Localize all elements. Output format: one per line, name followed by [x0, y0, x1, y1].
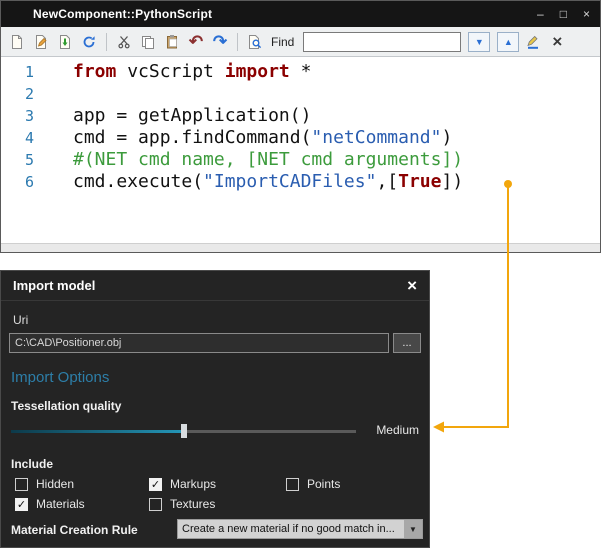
redo-icon[interactable]: ↷ [210, 32, 230, 52]
checkbox-label: Markups [170, 477, 216, 491]
code-editor[interactable]: 1from vcScript import *23app = getApplic… [1, 57, 600, 243]
dialog-close-icon[interactable]: × [407, 277, 417, 294]
slider-thumb[interactable] [181, 424, 187, 438]
line-number: 3 [1, 105, 41, 127]
line-number: 6 [1, 171, 41, 193]
window-controls: – □ × [537, 8, 590, 20]
code-lines: 1from vcScript import *23app = getApplic… [1, 61, 600, 193]
checkbox-hidden[interactable]: Hidden [15, 477, 149, 491]
code-text: app = getApplication() [41, 105, 311, 127]
save-script-icon[interactable] [55, 32, 75, 52]
tessellation-value: Medium [376, 423, 419, 437]
code-line[interactable]: 2 [1, 83, 600, 105]
copy-icon[interactable] [138, 32, 158, 52]
code-line[interactable]: 5#(NET cmd name, [NET cmd arguments]) [1, 149, 600, 171]
code-text: from vcScript import * [41, 61, 311, 83]
python-script-window: NewComponent::PythonScript – □ × ↶ [0, 0, 601, 253]
close-button[interactable]: × [583, 8, 590, 20]
checkbox-points[interactable]: Points [286, 477, 340, 491]
code-line[interactable]: 6cmd.execute("ImportCADFiles",[True]) [1, 171, 600, 193]
cut-icon[interactable] [114, 32, 134, 52]
line-number: 2 [1, 83, 41, 105]
tessellation-quality-label: Tessellation quality [11, 399, 121, 413]
include-label: Include [11, 457, 53, 471]
checkbox-textures[interactable]: Textures [149, 497, 286, 511]
slider-fill [11, 430, 184, 433]
code-text: cmd = app.findCommand("netCommand") [41, 127, 452, 149]
line-number: 5 [1, 149, 41, 171]
code-text: #(NET cmd name, [NET cmd arguments]) [41, 149, 463, 171]
paste-icon[interactable] [162, 32, 182, 52]
toolbar-separator [106, 33, 107, 51]
dialog-title: Import model [13, 278, 95, 293]
toolbar-separator [237, 33, 238, 51]
editor-toolbar: ↶ ↷ Find ▼ ▲ × [1, 27, 600, 57]
close-find-button[interactable]: × [547, 32, 567, 52]
checkbox-label: Textures [170, 497, 215, 511]
edit-script-icon[interactable] [31, 32, 51, 52]
include-checkboxes: Hidden ✓ Markups Points ✓ Materials Textures [15, 477, 340, 511]
refresh-icon[interactable] [79, 32, 99, 52]
code-line[interactable]: 4cmd = app.findCommand("netCommand") [1, 127, 600, 149]
checkbox-label: Materials [36, 497, 85, 511]
material-rule-value: Create a new material if no good match i… [178, 523, 404, 535]
tessellation-slider[interactable] [11, 424, 356, 438]
maximize-button[interactable]: □ [560, 8, 567, 20]
code-line[interactable]: 1from vcScript import * [1, 61, 600, 83]
new-script-icon[interactable] [7, 32, 27, 52]
checkbox-box[interactable] [286, 478, 299, 491]
find-icon[interactable] [245, 32, 265, 52]
uri-label: Uri [13, 313, 28, 327]
checkbox-markups[interactable]: ✓ Markups [149, 477, 286, 491]
code-text: cmd.execute("ImportCADFiles",[True]) [41, 171, 463, 193]
minimize-button[interactable]: – [537, 8, 544, 20]
line-number: 1 [1, 61, 41, 83]
window-title: NewComponent::PythonScript [33, 7, 212, 21]
find-input[interactable] [303, 32, 461, 52]
import-options-heading: Import Options [11, 369, 109, 386]
checkbox-box[interactable]: ✓ [149, 478, 162, 491]
checkbox-box[interactable]: ✓ [15, 498, 28, 511]
checkbox-box[interactable] [15, 478, 28, 491]
browse-button[interactable]: ... [393, 333, 421, 353]
checkbox-label: Hidden [36, 477, 74, 491]
checkbox-label: Points [307, 477, 340, 491]
checkbox-materials[interactable]: ✓ Materials [15, 497, 149, 511]
editor-footer [1, 243, 600, 252]
uri-input[interactable] [9, 333, 389, 353]
code-line[interactable]: 3app = getApplication() [1, 105, 600, 127]
find-next-button[interactable]: ▼ [468, 32, 490, 52]
editor-titlebar[interactable]: NewComponent::PythonScript – □ × [1, 1, 600, 27]
dialog-titlebar[interactable]: Import model × [1, 271, 429, 301]
chevron-down-icon: ▼ [404, 520, 422, 538]
undo-icon[interactable]: ↶ [186, 32, 206, 52]
material-creation-rule-label: Material Creation Rule [11, 523, 138, 537]
code-text [41, 83, 73, 105]
highlight-all-icon[interactable] [523, 32, 543, 52]
import-model-dialog: Import model × Uri ... Import Options Te… [0, 270, 430, 548]
find-label: Find [271, 35, 294, 49]
checkbox-box[interactable] [149, 498, 162, 511]
line-number: 4 [1, 127, 41, 149]
find-previous-button[interactable]: ▲ [497, 32, 519, 52]
material-rule-dropdown[interactable]: Create a new material if no good match i… [177, 519, 423, 539]
